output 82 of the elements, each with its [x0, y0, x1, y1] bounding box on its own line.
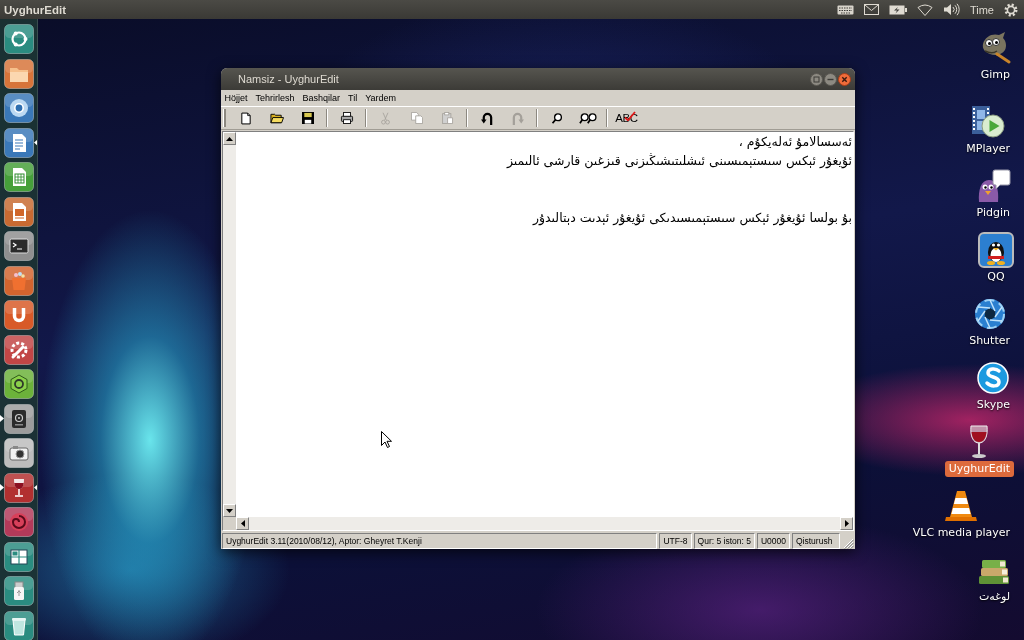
spreadsheet-icon[interactable] — [4, 162, 34, 193]
trash-icon[interactable] — [4, 610, 34, 640]
redo-arrow-icon — [511, 111, 524, 125]
left-arrow-icon — [240, 520, 245, 527]
menu-item[interactable]: Tehrirlesh — [252, 91, 299, 105]
safe-icon[interactable] — [4, 403, 34, 434]
scroll-left-button[interactable] — [236, 517, 249, 530]
text-line: ئەسسالامۇ ئەلەيكۇم ، — [738, 133, 852, 151]
character-code: U0000 — [756, 533, 790, 549]
desktop-icon-label[interactable]: Pidgin — [972, 205, 1014, 221]
scissors-icon — [381, 111, 390, 125]
clock-text[interactable]: Time — [969, 3, 994, 16]
close-icon — [838, 72, 851, 86]
menu-item[interactable]: Yardem — [361, 91, 400, 105]
presentation-icon[interactable] — [4, 196, 34, 227]
text-editor[interactable]: ئەسسالامۇ ئەلەيكۇم ، ئۇيغۇر ئېكس سىستېمىسىنى ئىشلىتىشىڭىزنى قىزغىن قارشى ئالىمىز بۇ بولسا ئۇيغۇر ئېكس سىستېمىسىدىكى ئۇيغۇر ئېدىت دېتالىدۇر — [236, 132, 853, 517]
scroll-down-button[interactable] — [223, 504, 236, 517]
cursor-position: Qur: 5 iston: 5 — [693, 533, 755, 549]
shopping-bag-icon[interactable] — [4, 265, 34, 296]
up-arrow-icon — [226, 136, 233, 141]
maximize-button[interactable] — [810, 72, 823, 86]
minimize-button[interactable] — [824, 72, 837, 86]
encoding-indicator: UTF-8 — [659, 533, 692, 549]
right-arrow-icon — [844, 520, 849, 527]
film-play-icon[interactable] — [970, 104, 1007, 140]
grip-handle-icon[interactable] — [223, 109, 226, 127]
desktop-icon-label[interactable]: Skype — [972, 397, 1014, 413]
text-line: ئۇيغۇر ئېكس سىستېمىسىنى ئىشلىتىشىڭىزنى قىزغىن قارشى ئالىمىز — [506, 152, 852, 170]
folder-icon — [269, 112, 284, 124]
menu-item[interactable]: Til — [344, 91, 361, 105]
status-message: UyghurEdit 3.11(2010/08/12), Aptor: Gheyret T.Kenji — [222, 533, 658, 549]
blank-page-icon — [240, 111, 251, 125]
envelope-icon[interactable] — [863, 4, 879, 15]
wifi-icon[interactable] — [916, 3, 933, 16]
minimize-icon — [824, 72, 837, 86]
workspace-grid-icon[interactable] — [4, 541, 34, 572]
scroll-right-button[interactable] — [840, 517, 853, 530]
desktop-icon-label[interactable]: VLC media player — [908, 525, 1014, 541]
printer-icon — [339, 112, 354, 124]
usb-drive-icon[interactable] — [4, 576, 34, 607]
horizontal-scrollbar[interactable] — [236, 517, 853, 530]
hexagon-ring-icon[interactable] — [4, 369, 34, 400]
wine-glass-icon[interactable] — [4, 472, 34, 503]
search-icon — [551, 112, 562, 124]
penguin-tile-icon[interactable] — [978, 232, 1014, 268]
desktop-icon-label[interactable]: Shutter — [965, 333, 1014, 349]
text-line: بۇ بولسا ئۇيغۇر ئېكس سىستېمىسىدىكى ئۇيغۇر ئېدىت دېتالىدۇر — [532, 209, 852, 227]
traffic-cone-icon[interactable] — [943, 488, 980, 524]
window-title: Namsiz - UyghurEdit — [238, 73, 339, 85]
close-button[interactable] — [838, 72, 851, 86]
double-magnifier-icon — [578, 112, 597, 124]
scroll-up-button[interactable] — [223, 132, 236, 145]
menu-item[interactable]: Höjjet — [221, 91, 251, 105]
desktop-icon-label[interactable]: QQ — [983, 269, 1009, 285]
terminal-icon[interactable] — [4, 231, 34, 262]
copy-pages-icon — [410, 112, 423, 124]
clipboard-icon — [441, 112, 454, 124]
maximize-icon — [810, 72, 823, 86]
desktop-icon-label[interactable]: Gimp — [976, 67, 1014, 83]
keyboard-icon[interactable] — [836, 4, 854, 15]
insert-mode: Qisturush — [792, 533, 840, 549]
desktop-icon-label[interactable]: لوغەت — [974, 589, 1014, 605]
active-app-title[interactable]: UyghurEdit — [4, 3, 66, 16]
folder-icon[interactable] — [4, 58, 34, 89]
desktop-icon-label[interactable]: MPlayer — [962, 141, 1014, 157]
menu-item[interactable]: Bashqilar — [299, 91, 344, 105]
camera-icon[interactable] — [4, 438, 34, 469]
gear-icon[interactable] — [1004, 2, 1018, 17]
u-shape-icon[interactable] — [4, 300, 34, 331]
resize-grip-icon[interactable] — [842, 537, 854, 549]
vertical-scrollbar[interactable] — [223, 132, 236, 517]
document-icon[interactable] — [4, 127, 34, 158]
battery-icon[interactable] — [888, 4, 907, 15]
speaker-icon[interactable] — [942, 3, 960, 16]
undo-arrow-icon — [480, 111, 493, 125]
swirl-logo-icon[interactable] — [975, 360, 1012, 396]
ring-icon[interactable] — [4, 93, 34, 124]
mouse-pointer-icon — [381, 431, 392, 448]
down-arrow-icon — [226, 508, 233, 513]
ring-logo-icon[interactable] — [4, 24, 34, 55]
wrench-gear-icon[interactable] — [4, 334, 34, 365]
swirl-icon[interactable] — [4, 507, 34, 538]
